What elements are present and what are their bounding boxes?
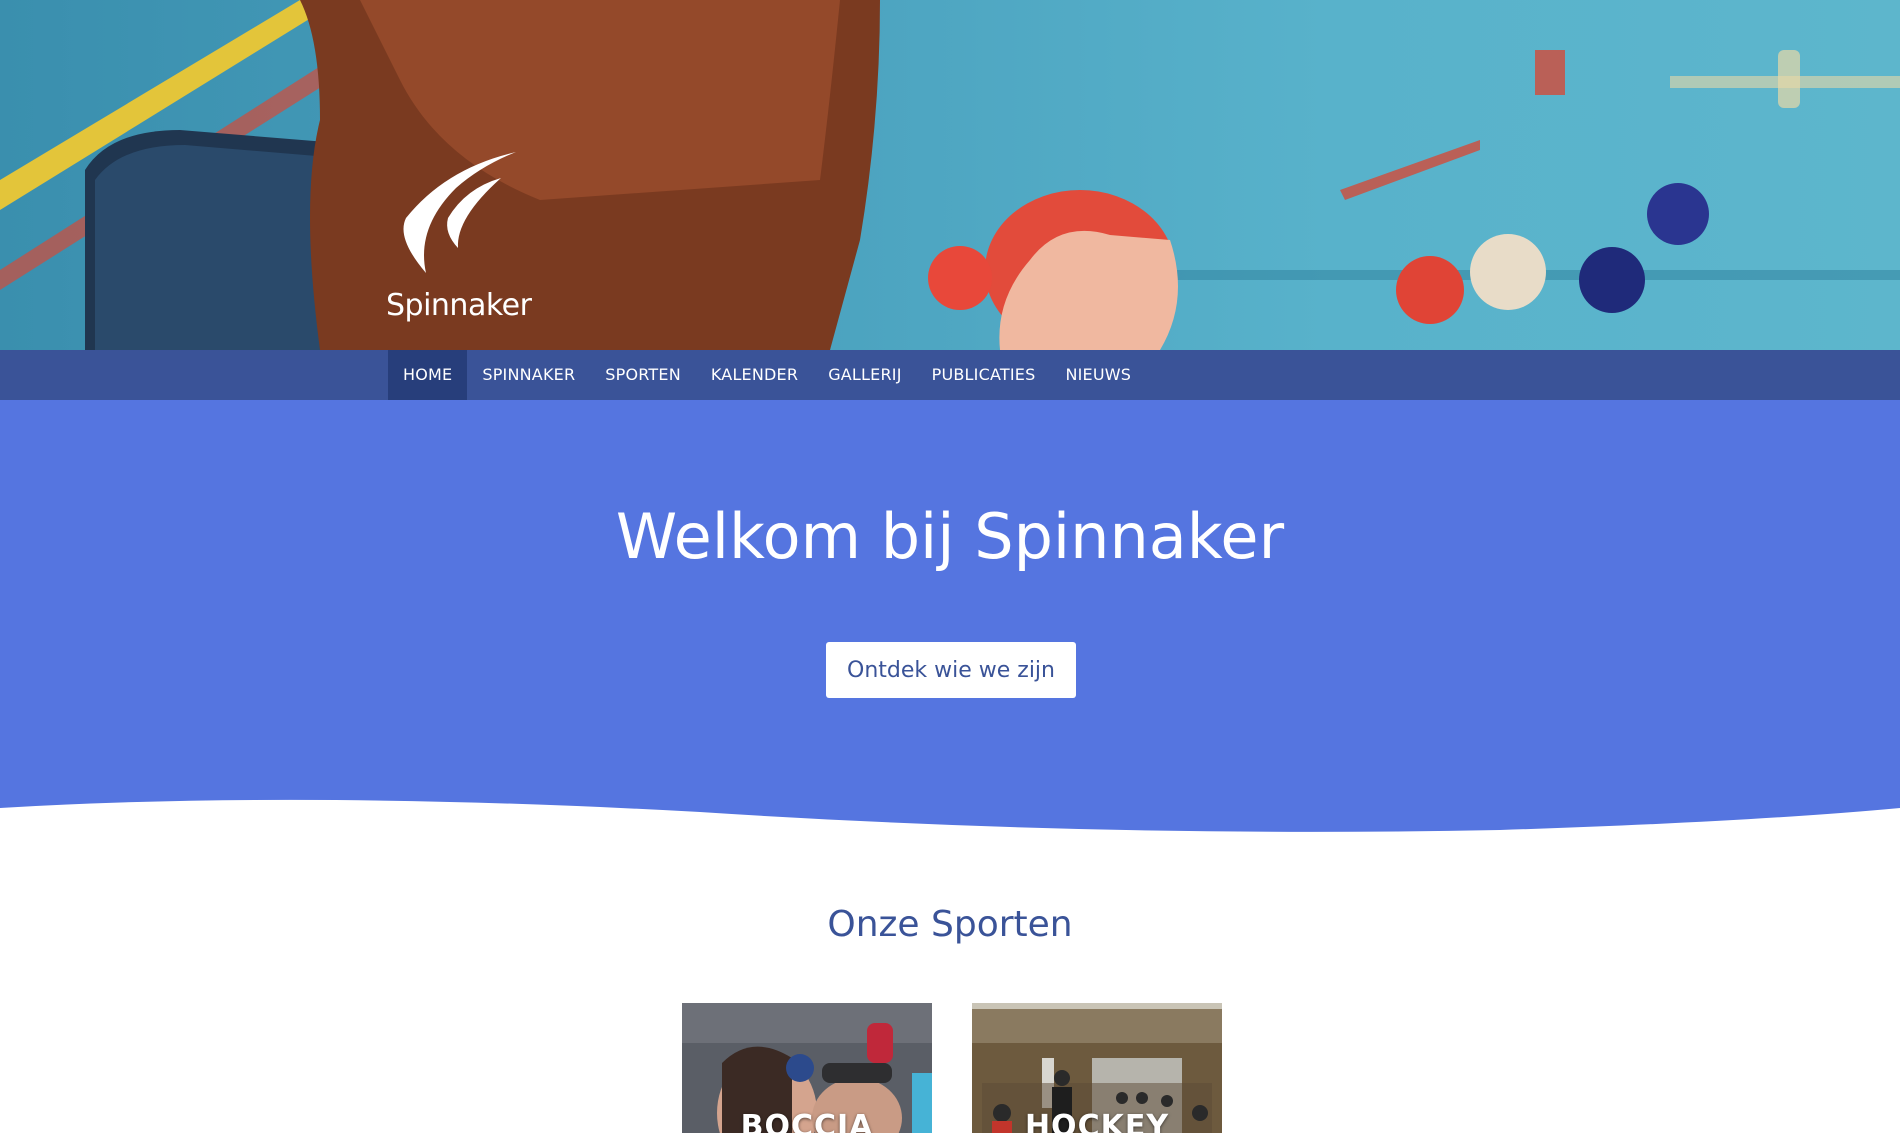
brand-logo[interactable]: Spinnaker [386,148,532,328]
hero-photo [0,0,1900,350]
hero-banner: Spinnaker [0,0,1900,350]
nav-item-home[interactable]: HOME [388,350,468,400]
sports-title: Onze Sporten [827,904,1073,945]
nav-item-spinnaker[interactable]: SPINNAKER [467,350,590,400]
sport-card-boccia[interactable]: BOCCIA [682,1003,932,1133]
welcome-title: Welkom bij Spinnaker [615,500,1285,573]
nav-menu: HOME SPINNAKER SPORTEN KALENDER GALLERIJ… [388,350,1146,400]
discover-button[interactable]: Ontdek wie we zijn [826,642,1076,698]
nav-item-sporten[interactable]: SPORTEN [590,350,696,400]
nav-item-kalender[interactable]: KALENDER [696,350,813,400]
sport-card-hockey[interactable]: HOCKEY [972,1003,1222,1133]
sail-logo-icon [403,152,516,273]
sport-label-boccia: BOCCIA [740,1109,874,1133]
nav-item-gallerij[interactable]: GALLERIJ [813,350,916,400]
main-navigation: HOME SPINNAKER SPORTEN KALENDER GALLERIJ… [0,350,1900,400]
nav-item-nieuws[interactable]: NIEUWS [1050,350,1146,400]
brand-name: Spinnaker [386,288,532,323]
sport-label-hockey: HOCKEY [1024,1109,1170,1133]
welcome-section: Welkom bij Spinnaker Ontdek wie we zijn [0,400,1900,850]
wave-divider [0,790,1900,850]
nav-item-publicaties[interactable]: PUBLICATIES [917,350,1051,400]
